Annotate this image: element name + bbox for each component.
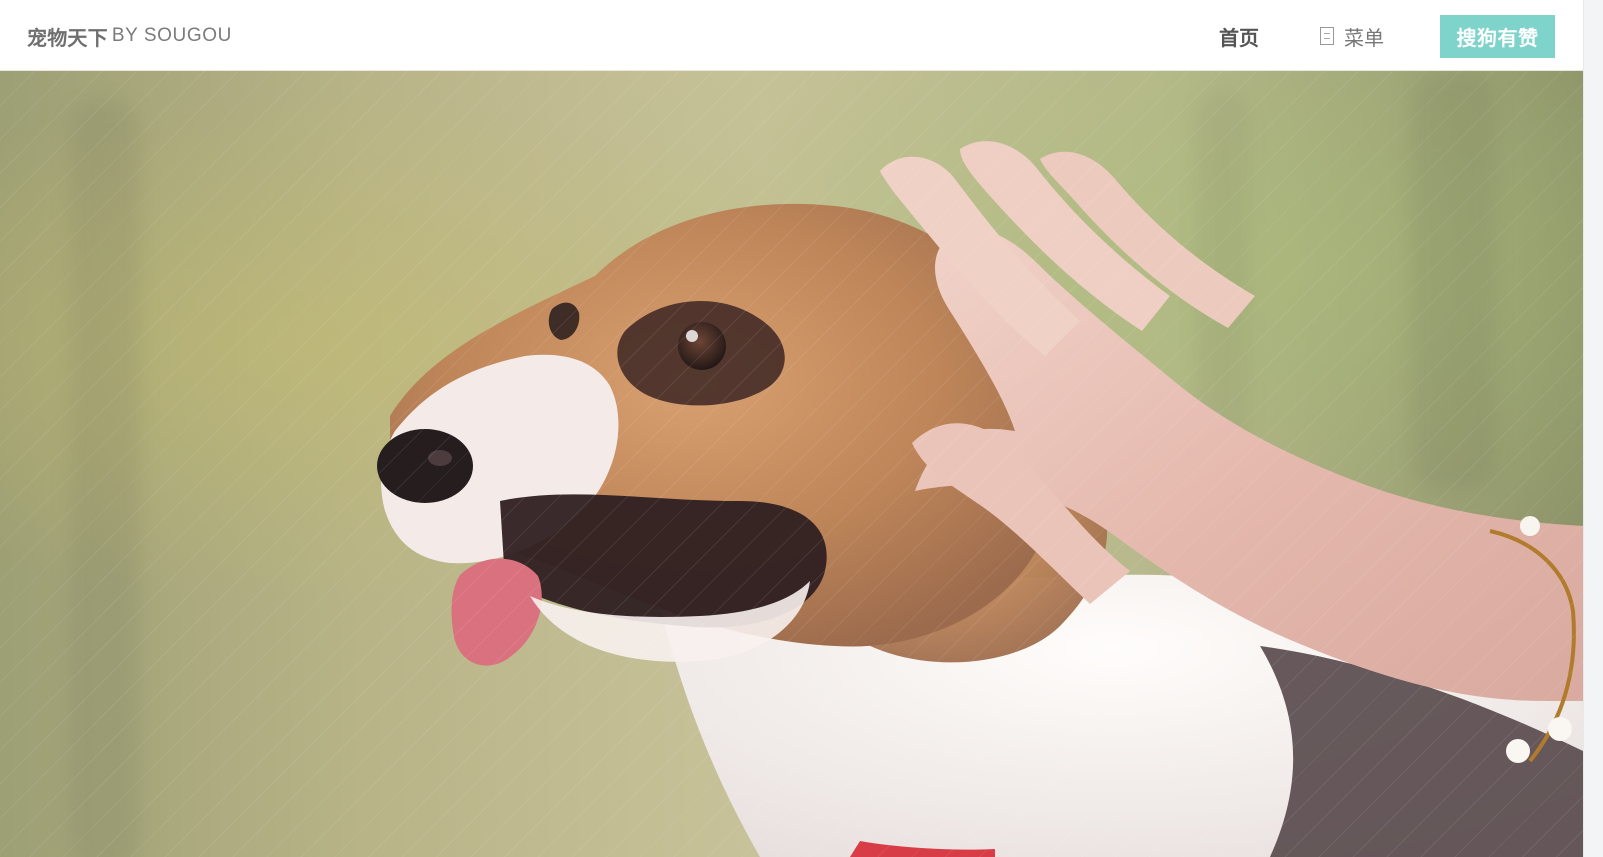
menu-icon bbox=[1320, 27, 1334, 45]
bracelet-bead-1 bbox=[1520, 516, 1540, 536]
top-header: 宠物天下 BY SOUGOU 首页 菜单 搜狗有赞 bbox=[0, 0, 1583, 71]
site-brand[interactable]: 宠物天下 BY SOUGOU bbox=[27, 21, 232, 51]
bracelet-bead-2 bbox=[1548, 717, 1572, 741]
nav-menu-label: 菜单 bbox=[1344, 27, 1384, 50]
dog-eye bbox=[678, 322, 726, 370]
nav-home-link[interactable]: 首页 bbox=[1219, 21, 1259, 51]
dog-and-hand-illustration bbox=[377, 141, 1583, 857]
hero-image bbox=[0, 71, 1583, 857]
cta-button[interactable]: 搜狗有赞 bbox=[1440, 15, 1555, 58]
dog-tongue bbox=[451, 558, 542, 666]
brand-subtitle: BY SOUGOU bbox=[111, 25, 232, 46]
dog-nose-highlight bbox=[428, 450, 452, 466]
dog-nose bbox=[377, 429, 473, 503]
page-scrollbar[interactable] bbox=[1583, 0, 1603, 857]
brand-title: 宠物天下 bbox=[27, 27, 108, 50]
page: 宠物天下 BY SOUGOU 首页 菜单 搜狗有赞 bbox=[0, 0, 1603, 857]
nav-menu-button[interactable]: 菜单 bbox=[1320, 21, 1384, 51]
dog-eye-highlight bbox=[686, 330, 698, 342]
bracelet-bead-3 bbox=[1506, 739, 1530, 763]
